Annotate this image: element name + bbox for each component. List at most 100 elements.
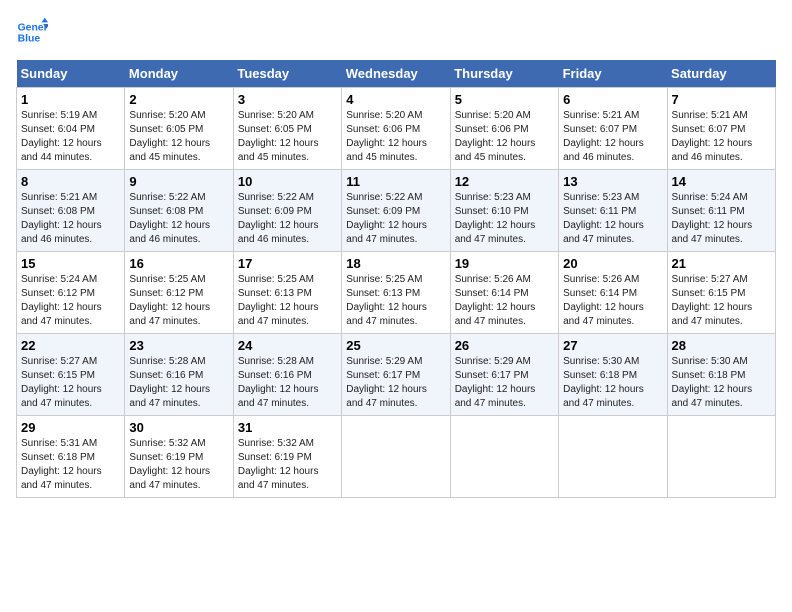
sunset-value: 6:06 PM <box>383 124 420 135</box>
sunrise-label: Sunrise: <box>238 274 277 285</box>
sunset-label: Sunset: <box>238 206 275 217</box>
sunrise-label: Sunrise: <box>21 192 60 203</box>
day-cell: 28 Sunrise: 5:30 AM Sunset: 6:18 PM Dayl… <box>667 334 775 416</box>
sunrise-value: 5:32 AM <box>277 438 314 449</box>
sunset-value: 6:14 PM <box>491 288 528 299</box>
day-number: 19 <box>455 256 554 271</box>
day-cell: 19 Sunrise: 5:26 AM Sunset: 6:14 PM Dayl… <box>450 252 558 334</box>
sunset-value: 6:15 PM <box>708 288 745 299</box>
sunset-label: Sunset: <box>238 452 275 463</box>
sunrise-value: 5:23 AM <box>603 192 640 203</box>
sunset-label: Sunset: <box>563 370 600 381</box>
day-cell: 24 Sunrise: 5:28 AM Sunset: 6:16 PM Dayl… <box>233 334 341 416</box>
day-info: Sunrise: 5:31 AM Sunset: 6:18 PM Dayligh… <box>21 437 120 493</box>
sunrise-value: 5:22 AM <box>386 192 423 203</box>
day-number: 24 <box>238 338 337 353</box>
sunrise-label: Sunrise: <box>238 438 277 449</box>
week-row-2: 8 Sunrise: 5:21 AM Sunset: 6:08 PM Dayli… <box>17 170 776 252</box>
sunset-label: Sunset: <box>238 370 275 381</box>
week-row-1: 1 Sunrise: 5:19 AM Sunset: 6:04 PM Dayli… <box>17 88 776 170</box>
day-cell: 26 Sunrise: 5:29 AM Sunset: 6:17 PM Dayl… <box>450 334 558 416</box>
day-info: Sunrise: 5:21 AM Sunset: 6:08 PM Dayligh… <box>21 191 120 247</box>
daylight-label: Daylight: 12 hours <box>238 138 319 149</box>
sunrise-label: Sunrise: <box>129 110 168 121</box>
sunrise-value: 5:23 AM <box>494 192 531 203</box>
daylight-minutes: and 47 minutes. <box>672 234 743 245</box>
sunset-value: 6:17 PM <box>383 370 420 381</box>
day-cell: 20 Sunrise: 5:26 AM Sunset: 6:14 PM Dayl… <box>559 252 667 334</box>
daylight-minutes: and 47 minutes. <box>455 398 526 409</box>
daylight-label: Daylight: 12 hours <box>346 220 427 231</box>
sunset-label: Sunset: <box>563 124 600 135</box>
day-info: Sunrise: 5:24 AM Sunset: 6:12 PM Dayligh… <box>21 273 120 329</box>
header-row: SundayMondayTuesdayWednesdayThursdayFrid… <box>17 60 776 88</box>
daylight-minutes: and 47 minutes. <box>238 398 309 409</box>
sunset-label: Sunset: <box>21 206 58 217</box>
sunrise-label: Sunrise: <box>129 274 168 285</box>
day-number: 9 <box>129 174 228 189</box>
sunset-value: 6:11 PM <box>600 206 637 217</box>
sunset-label: Sunset: <box>455 206 492 217</box>
sunrise-label: Sunrise: <box>129 356 168 367</box>
day-cell: 31 Sunrise: 5:32 AM Sunset: 6:19 PM Dayl… <box>233 416 341 498</box>
day-cell: 9 Sunrise: 5:22 AM Sunset: 6:08 PM Dayli… <box>125 170 233 252</box>
sunrise-value: 5:26 AM <box>603 274 640 285</box>
daylight-label: Daylight: 12 hours <box>238 384 319 395</box>
daylight-label: Daylight: 12 hours <box>129 466 210 477</box>
daylight-minutes: and 45 minutes. <box>238 152 309 163</box>
sunrise-value: 5:19 AM <box>60 110 97 121</box>
day-number: 14 <box>672 174 771 189</box>
day-number: 4 <box>346 92 445 107</box>
sunrise-label: Sunrise: <box>129 438 168 449</box>
sunrise-label: Sunrise: <box>563 192 602 203</box>
sunset-value: 6:10 PM <box>491 206 528 217</box>
sunrise-value: 5:28 AM <box>169 356 206 367</box>
week-row-3: 15 Sunrise: 5:24 AM Sunset: 6:12 PM Dayl… <box>17 252 776 334</box>
week-row-4: 22 Sunrise: 5:27 AM Sunset: 6:15 PM Dayl… <box>17 334 776 416</box>
sunrise-value: 5:20 AM <box>277 110 314 121</box>
svg-text:Blue: Blue <box>18 34 41 45</box>
day-cell: 18 Sunrise: 5:25 AM Sunset: 6:13 PM Dayl… <box>342 252 450 334</box>
day-cell <box>667 416 775 498</box>
sunset-value: 6:15 PM <box>58 370 95 381</box>
daylight-label: Daylight: 12 hours <box>129 220 210 231</box>
sunrise-value: 5:27 AM <box>711 274 748 285</box>
daylight-label: Daylight: 12 hours <box>672 138 753 149</box>
sunset-value: 6:08 PM <box>58 206 95 217</box>
sunrise-label: Sunrise: <box>346 274 385 285</box>
sunset-value: 6:04 PM <box>58 124 95 135</box>
daylight-minutes: and 47 minutes. <box>129 398 200 409</box>
sunrise-value: 5:21 AM <box>603 110 640 121</box>
daylight-minutes: and 47 minutes. <box>563 316 634 327</box>
sunset-label: Sunset: <box>672 124 709 135</box>
sunset-label: Sunset: <box>21 452 58 463</box>
day-number: 11 <box>346 174 445 189</box>
sunset-label: Sunset: <box>672 370 709 381</box>
sunrise-value: 5:20 AM <box>386 110 423 121</box>
sunrise-label: Sunrise: <box>238 110 277 121</box>
sunset-value: 6:08 PM <box>166 206 203 217</box>
sunrise-label: Sunrise: <box>238 356 277 367</box>
sunset-label: Sunset: <box>21 370 58 381</box>
day-info: Sunrise: 5:24 AM Sunset: 6:11 PM Dayligh… <box>672 191 771 247</box>
daylight-minutes: and 47 minutes. <box>238 480 309 491</box>
daylight-minutes: and 47 minutes. <box>238 316 309 327</box>
day-cell: 15 Sunrise: 5:24 AM Sunset: 6:12 PM Dayl… <box>17 252 125 334</box>
day-cell: 11 Sunrise: 5:22 AM Sunset: 6:09 PM Dayl… <box>342 170 450 252</box>
day-info: Sunrise: 5:25 AM Sunset: 6:13 PM Dayligh… <box>238 273 337 329</box>
day-info: Sunrise: 5:30 AM Sunset: 6:18 PM Dayligh… <box>563 355 662 411</box>
day-number: 6 <box>563 92 662 107</box>
sunset-value: 6:07 PM <box>708 124 745 135</box>
day-cell: 3 Sunrise: 5:20 AM Sunset: 6:05 PM Dayli… <box>233 88 341 170</box>
day-info: Sunrise: 5:22 AM Sunset: 6:08 PM Dayligh… <box>129 191 228 247</box>
day-number: 7 <box>672 92 771 107</box>
sunset-label: Sunset: <box>346 206 383 217</box>
day-info: Sunrise: 5:29 AM Sunset: 6:17 PM Dayligh… <box>455 355 554 411</box>
daylight-minutes: and 46 minutes. <box>563 152 634 163</box>
day-info: Sunrise: 5:29 AM Sunset: 6:17 PM Dayligh… <box>346 355 445 411</box>
daylight-minutes: and 46 minutes. <box>238 234 309 245</box>
daylight-label: Daylight: 12 hours <box>21 384 102 395</box>
day-info: Sunrise: 5:30 AM Sunset: 6:18 PM Dayligh… <box>672 355 771 411</box>
daylight-label: Daylight: 12 hours <box>455 302 536 313</box>
sunset-label: Sunset: <box>672 206 709 217</box>
